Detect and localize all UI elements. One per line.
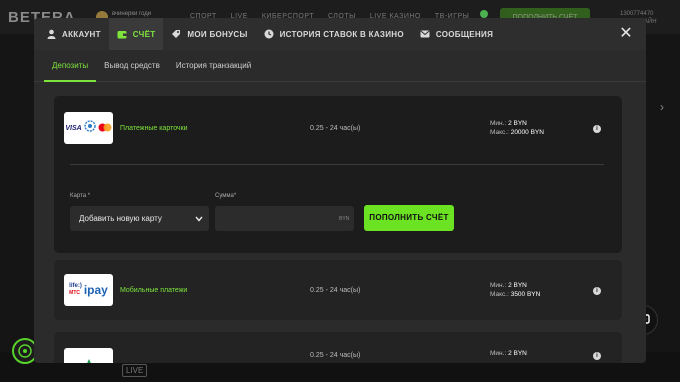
promo-text: вчинерки годи [112, 11, 152, 17]
min-label: Мин.: [490, 120, 507, 127]
amount-input[interactable] [215, 206, 354, 231]
limits: Мин.: 2 BYN Макс.: 3500 BYN [490, 281, 540, 299]
mastercard-icon [98, 119, 112, 137]
min-value: 2 BYN [508, 282, 527, 289]
max-label: Макс.: [490, 129, 509, 136]
visa-logo: VISA [65, 124, 82, 132]
info-icon[interactable]: i [593, 287, 601, 295]
notification-icon[interactable] [480, 10, 488, 18]
tab-balance-label: СЧЁТ [132, 29, 156, 39]
processing-time: 0.25 - 24 час(ы) [310, 352, 361, 359]
payment-method-other[interactable]: 0.25 - 24 час(ы) Мин.: 2 BYN i [54, 332, 622, 363]
modal-tabs: АККАУНТ СЧЁТ МОИ БОНУСЫ ИСТОРИЯ СТАВОК В… [34, 18, 646, 50]
user-icon [46, 29, 56, 39]
processing-time: 0.25 - 24 час(ы) [310, 287, 361, 294]
close-icon[interactable]: ✕ [618, 26, 634, 42]
tab-account[interactable]: АККАУНТ [38, 18, 109, 50]
amount-field-label: Сумма* [215, 193, 237, 199]
limits: Мин.: 2 BYN [490, 349, 527, 358]
card-logos[interactable]: VISA [64, 112, 113, 144]
processing-time: 0.25 - 24 час(ы) [310, 125, 361, 132]
card-select[interactable]: Добавить новую карту [70, 206, 209, 231]
wallet-icon [117, 29, 127, 39]
tab-messages[interactable]: СООБЩЕНИЯ [412, 18, 501, 50]
account-modal: АККАУНТ СЧЁТ МОИ БОНУСЫ ИСТОРИЯ СТАВОК В… [34, 18, 646, 363]
tab-balance[interactable]: СЧЁТ [108, 18, 164, 50]
chevron-down-icon [195, 206, 203, 231]
info-icon[interactable]: i [593, 352, 601, 360]
subtab-withdrawal[interactable]: Вывод средств [96, 50, 168, 82]
subtab-transaction-history[interactable]: История транзакций [168, 50, 259, 82]
mobile-logos: life:) МТС ipay [64, 274, 113, 306]
chevron-right-icon[interactable]: › [660, 100, 664, 114]
payment-method-cards: VISA Платежные карточки 0.25 - 24 час(ы)… [54, 96, 622, 253]
tab-account-label: АККАУНТ [62, 29, 101, 39]
min-value: 2 BYN [508, 350, 527, 357]
method-name[interactable]: Платежные карточки [120, 125, 188, 132]
deposit-button[interactable]: ПОПОЛНИТЬ СЧЁТ [364, 205, 454, 231]
tab-casino-history-label: ИСТОРИЯ СТАВОК В КАЗИНО [279, 29, 404, 39]
tab-casino-history[interactable]: ИСТОРИЯ СТАВОК В КАЗИНО [256, 18, 412, 50]
tab-bonuses[interactable]: МОИ БОНУСЫ [163, 18, 255, 50]
belkart-icon [83, 119, 96, 137]
max-label: Макс.: [490, 291, 509, 298]
bottom-live-label[interactable]: LIVE [122, 364, 148, 377]
tab-bonuses-label: МОИ БОНУСЫ [187, 29, 248, 39]
card-select-value: Добавить новую карту [79, 214, 162, 223]
info-icon[interactable]: i [593, 125, 601, 133]
currency-label: BYN [339, 216, 350, 222]
subtab-deposits[interactable]: Депозиты [44, 50, 97, 82]
card-field-label: Карта * [70, 193, 91, 199]
clock-icon [264, 29, 274, 39]
method-name[interactable]: Мобильные платежи [120, 287, 187, 294]
divider [70, 164, 604, 165]
max-value: 3500 BYN [510, 291, 541, 298]
payment-methods-list: VISA Платежные карточки 0.25 - 24 час(ы)… [46, 88, 628, 363]
tag-icon [171, 29, 181, 39]
mts-logo: МТС [69, 290, 80, 296]
min-label: Мин.: [490, 282, 507, 289]
mail-icon [420, 29, 430, 39]
min-value: 2 BYN [508, 120, 527, 127]
limits: Мин.: 2 BYN Макс.: 20000 BYN [490, 119, 544, 137]
tab-messages-label: СООБЩЕНИЯ [435, 29, 494, 39]
min-label: Мин.: [490, 350, 507, 357]
ipay-logo: ipay [83, 283, 108, 297]
other-logo [64, 348, 113, 363]
subtabs: Депозиты Вывод средств История транзакци… [34, 50, 646, 82]
payment-method-mobile[interactable]: life:) МТС ipay Мобильные платежи 0.25 -… [54, 260, 622, 320]
phone-value: 1300774470 [620, 11, 654, 17]
max-value: 20000 BYN [510, 129, 544, 136]
life-logo: life:) [69, 283, 82, 289]
